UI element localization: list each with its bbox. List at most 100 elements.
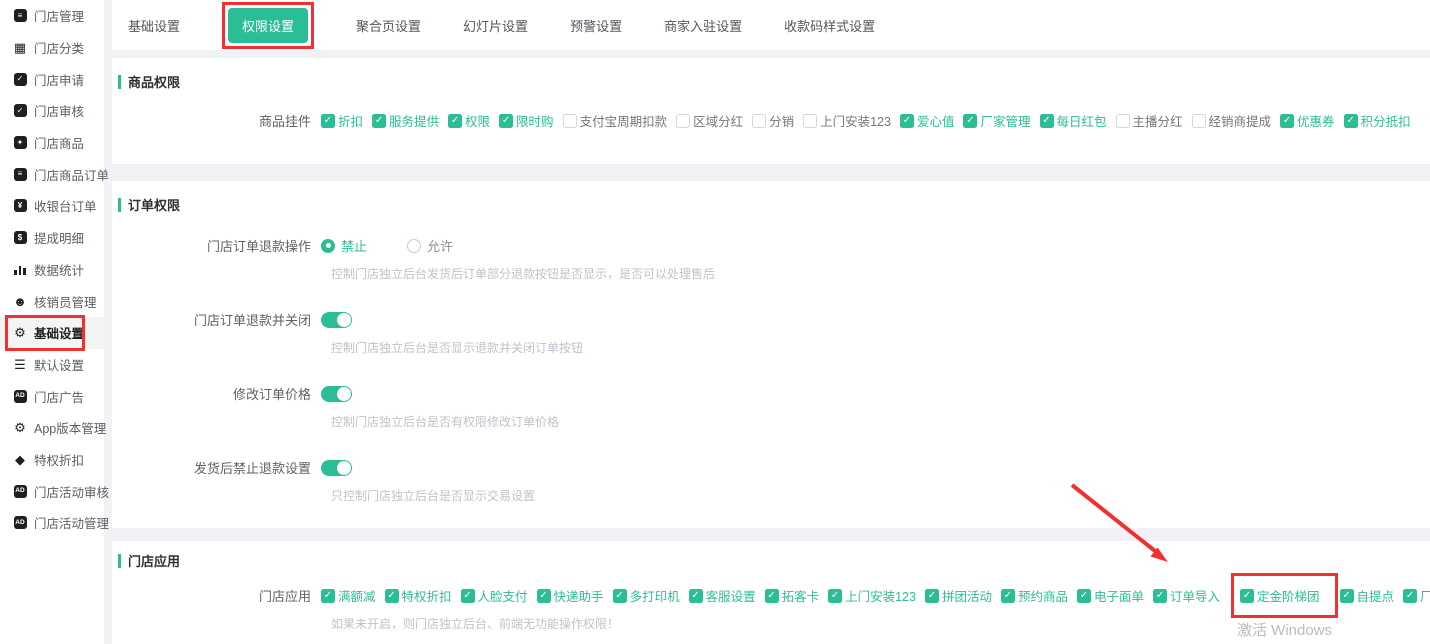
checkbox-box-icon: ✓ [372, 114, 386, 128]
sidebar-item-store-activity-review[interactable]: AD门店活动审核 [0, 475, 104, 507]
sidebar-item-store-review[interactable]: ✓门店审核 [0, 95, 104, 127]
checkbox-option[interactable]: ✓权限 [448, 111, 490, 130]
sidebar-item-basic-settings[interactable]: ⚙基础设置 [0, 317, 104, 349]
checkbox-option[interactable]: 分销 [752, 111, 794, 130]
radio-option[interactable]: 禁止 [321, 236, 367, 255]
toggle-switch[interactable] [321, 386, 352, 402]
checkbox-option[interactable]: ✓折扣 [321, 111, 363, 130]
form-row: 门店订单退款并关闭控制门店独立后台是否显示退款并关闭订单按钮 [118, 310, 1430, 356]
row-label: 发货后禁止退款设置 [118, 458, 321, 477]
sidebar-item-store-management[interactable]: ≡门店管理 [0, 0, 104, 32]
checkbox-option[interactable]: ✓限时购 [499, 111, 554, 130]
tab-basic-settings[interactable]: 基础设置 [128, 16, 180, 35]
checkbox-option[interactable]: 上门安装123 [803, 111, 891, 130]
tab-merchant-entry-settings[interactable]: 商家入驻设置 [664, 16, 742, 35]
checkbox-box-icon: ✓ [1403, 589, 1417, 603]
checkbox-option[interactable]: ✓客服设置 [689, 586, 756, 605]
radio-option[interactable]: 允许 [407, 236, 453, 255]
checkbox-label: 经销商提成 [1209, 111, 1272, 130]
checkbox-option[interactable]: ✓积分抵扣 [1344, 111, 1411, 130]
checkbox-option[interactable]: ✓爱心值 [900, 111, 955, 130]
sidebar-item-cashier-orders[interactable]: ¥收银台订单 [0, 190, 104, 222]
checkbox-label: 上门安装123 [845, 586, 916, 605]
toggle-knob [337, 387, 351, 401]
sidebar-item-verifier-management[interactable]: ☻核销员管理 [0, 285, 104, 317]
checkbox-label: 订单导入 [1170, 586, 1220, 605]
sidebar-item-store-application[interactable]: ✓门店申请 [0, 63, 104, 95]
checkbox-option[interactable]: 主播分红 [1116, 111, 1183, 130]
toggle-switch[interactable] [321, 460, 352, 476]
checkbox-label: 拓客卡 [782, 586, 820, 605]
checkbox-option[interactable]: ✓人脸支付 [461, 586, 528, 605]
checkbox-option[interactable]: ✓自提点 [1340, 586, 1395, 605]
sidebar-item-data-statistics[interactable]: 数据统计 [0, 254, 104, 286]
receipt-icon: ¥ [14, 199, 27, 212]
checkbox-option[interactable]: ✓快递助手 [537, 586, 604, 605]
checkbox-label: 厂家管理 [980, 111, 1030, 130]
checkbox-option[interactable]: ✓厂家管理 [963, 111, 1030, 130]
toggle-switch[interactable] [321, 312, 352, 328]
checkbox-box-icon: ✓ [321, 589, 335, 603]
ad-badge-icon: AD [14, 485, 27, 498]
form-row: 修改订单价格控制门店独立后台是否有权限修改订单价格 [118, 384, 1430, 430]
section-title-text: 订单权限 [128, 195, 180, 214]
sidebar-item-store-activity-management[interactable]: AD门店活动管理 [0, 507, 104, 539]
row-control [321, 460, 352, 476]
tab-slideshow-settings[interactable]: 幻灯片设置 [463, 16, 528, 35]
sidebar-item-app-version-management[interactable]: ⚙App版本管理 [0, 412, 104, 444]
checkbox-box-icon: ✓ [1340, 589, 1354, 603]
sidebar-item-store-ads[interactable]: AD门店广告 [0, 380, 104, 412]
section-title: 商品权限 [118, 72, 1430, 91]
row-help-text: 只控制门店独立后台是否显示交易设置 [331, 487, 1430, 504]
tab-aggregate-page-settings[interactable]: 聚合页设置 [356, 16, 421, 35]
sidebar-item-privilege-discount[interactable]: ◆特权折扣 [0, 444, 104, 476]
category-grid-icon: ▦ [14, 41, 26, 54]
radio-dot-icon [407, 239, 421, 253]
checkbox-label: 电子面单 [1094, 586, 1144, 605]
checkbox-option[interactable]: ✓多打印机 [613, 586, 680, 605]
checkbox-label: 权限 [465, 111, 490, 130]
sidebar-item-default-settings[interactable]: ☰默认设置 [0, 349, 104, 381]
checkbox-label: 优惠券 [1297, 111, 1335, 130]
checkbox-option[interactable]: ✓服务提供 [372, 111, 439, 130]
row-label: 商品挂件 [118, 111, 321, 130]
checkbox-option[interactable]: ✓满额减 [321, 586, 376, 605]
checkbox-box-icon [752, 114, 766, 128]
checkbox-option[interactable]: ✓上门安装123 [828, 586, 916, 605]
checkbox-option[interactable]: ✓定金阶梯团 [1240, 586, 1320, 605]
tab-payment-code-style-settings[interactable]: 收款码样式设置 [784, 16, 875, 35]
checkbox-option[interactable]: ✓拓客卡 [765, 586, 820, 605]
checkbox-option[interactable]: ✓优惠券 [1280, 111, 1335, 130]
tab-warning-settings[interactable]: 预警设置 [570, 16, 622, 35]
checkbox-label: 折扣 [338, 111, 363, 130]
sidebar-item-label: 门店活动审核 [34, 482, 109, 501]
checkbox-box-icon: ✓ [1153, 589, 1167, 603]
section-title: 门店应用 [118, 551, 1430, 570]
checkbox-option[interactable]: ✓拼团活动 [925, 586, 992, 605]
checkbox-box-icon: ✓ [537, 589, 551, 603]
checkbox-label: 限时购 [516, 111, 554, 130]
sidebar-item-store-goods[interactable]: ✦门店商品 [0, 127, 104, 159]
checkbox-option[interactable]: ✓厂家管理 [1403, 586, 1430, 605]
checkbox-option[interactable]: ✓电子面单 [1077, 586, 1144, 605]
sidebar-item-label: 特权折扣 [34, 450, 84, 469]
sidebar-item-commission-details[interactable]: $提成明细 [0, 222, 104, 254]
checkbox-label: 厂家管理 [1420, 586, 1430, 605]
checkbox-box-icon: ✓ [1040, 114, 1054, 128]
ad-badge-icon: AD [14, 516, 27, 529]
checkbox-option[interactable]: 支付宝周期扣款 [563, 111, 668, 130]
checkbox-option[interactable]: ✓订单导入 [1153, 586, 1220, 605]
form-row-line: 门店应用✓满额减✓特权折扣✓人脸支付✓快递助手✓多打印机✓客服设置✓拓客卡✓上门… [118, 586, 1430, 605]
checkbox-box-icon: ✓ [385, 589, 399, 603]
sidebar-item-store-category[interactable]: ▦门店分类 [0, 32, 104, 64]
radio-dot-icon [321, 239, 335, 253]
checkbox-box-icon [1116, 114, 1130, 128]
checkbox-option[interactable]: 经销商提成 [1192, 111, 1272, 130]
checkbox-option[interactable]: 区域分红 [676, 111, 743, 130]
checkbox-label: 区域分红 [693, 111, 743, 130]
checkbox-option[interactable]: ✓每日红包 [1040, 111, 1107, 130]
sidebar-item-store-goods-orders[interactable]: ≡门店商品订单 [0, 158, 104, 190]
checkbox-option[interactable]: ✓预约商品 [1001, 586, 1068, 605]
checkbox-option[interactable]: ✓特权折扣 [385, 586, 452, 605]
tab-permission-settings[interactable]: 权限设置 [228, 8, 308, 43]
